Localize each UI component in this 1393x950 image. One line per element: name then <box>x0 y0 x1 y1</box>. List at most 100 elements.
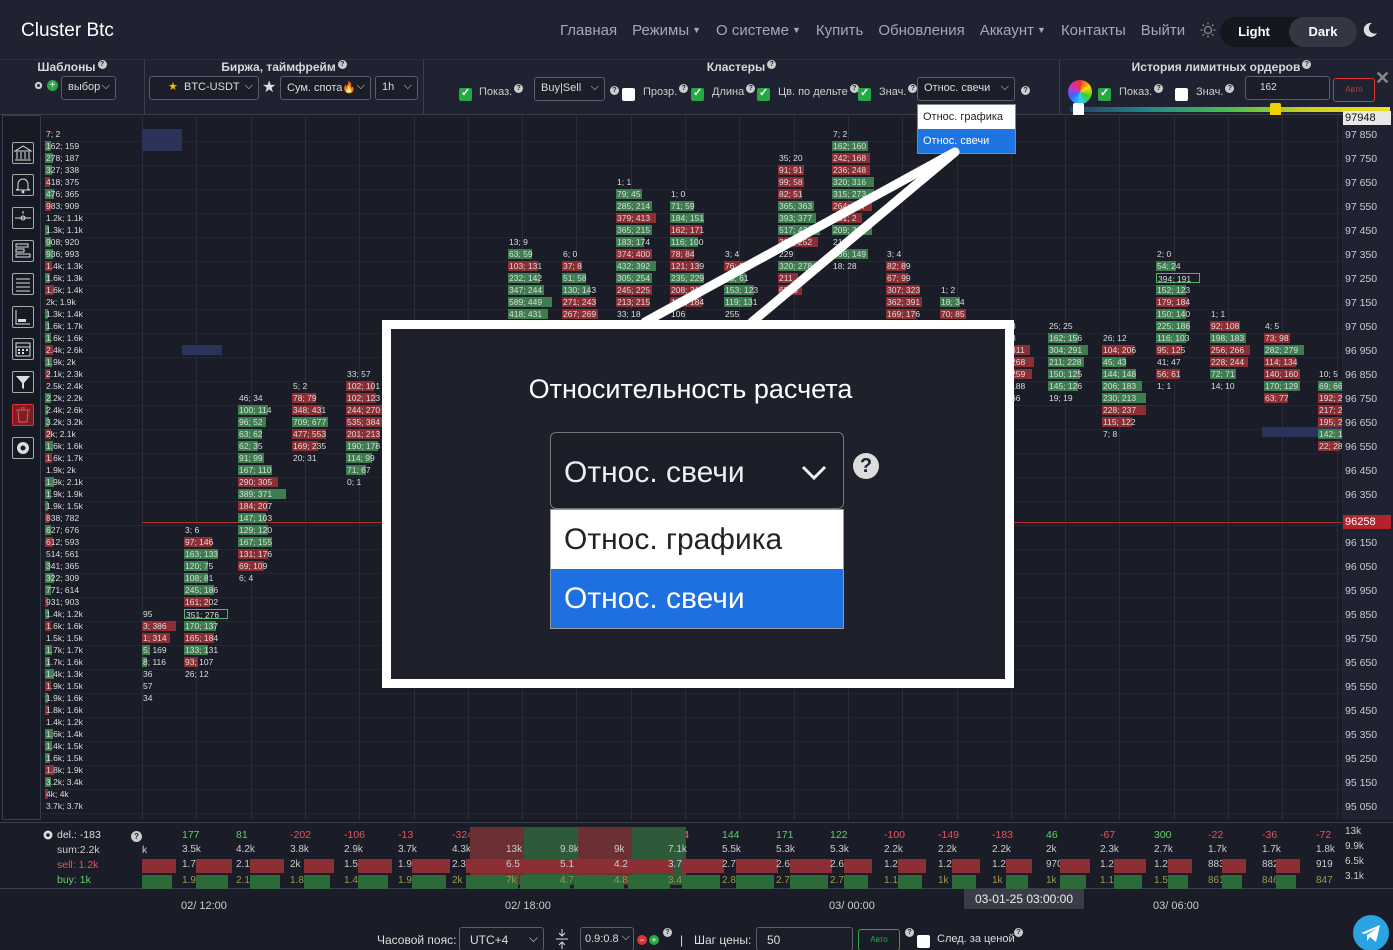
price-label: 95 650 <box>1345 657 1378 669</box>
gear-icon[interactable] <box>42 829 54 841</box>
bank-icon[interactable] <box>12 142 34 164</box>
sun-icon[interactable] <box>1200 22 1216 38</box>
compress-icon[interactable] <box>555 929 569 949</box>
cluster-cell: 45; 43 <box>1102 357 1127 367</box>
help-icon[interactable]: ? <box>1154 84 1164 93</box>
help-icon[interactable]: ? <box>767 60 777 69</box>
relativity-select-zoomed[interactable]: Относ. свечи <box>550 432 844 509</box>
sum-value: 2.9k <box>344 844 363 855</box>
nav-item-3[interactable]: Купить <box>816 22 863 39</box>
cluster-cell: 133; 131 <box>184 645 219 655</box>
price-step-auto-button[interactable]: Авто <box>858 929 900 950</box>
bars-left-icon[interactable] <box>12 240 34 262</box>
filter-icon[interactable] <box>12 371 34 393</box>
cluster-cell: 208; 210 <box>670 285 705 295</box>
sum-value: 4.2k <box>236 844 255 855</box>
limit-auto-button[interactable]: Авто <box>1333 78 1375 102</box>
timezone-select[interactable]: UTC+4 ⌵ <box>459 927 544 950</box>
nav-item-0[interactable]: Главная <box>560 22 617 39</box>
cluster-cell: 79; 45 <box>616 189 642 199</box>
buy-volume-bar <box>1060 875 1086 889</box>
help-icon[interactable]: ? <box>746 84 756 93</box>
nav-item-4[interactable]: Обновления <box>878 22 964 39</box>
nav-item-5[interactable]: Аккаунт ▼ <box>980 22 1046 39</box>
list-lines-icon[interactable] <box>12 273 34 295</box>
price-axis[interactable]: 97948 96258 97 850 97 750 97 650 97 550 97 4… <box>1342 111 1393 820</box>
length-checkbox[interactable] <box>691 86 704 101</box>
help-icon[interactable]: ? <box>610 86 619 95</box>
price-step-input[interactable]: 50 <box>756 927 853 950</box>
help-icon[interactable]: ? <box>1225 84 1235 93</box>
cluster-cell: 302; 252 <box>778 237 818 247</box>
delta-value: -202 <box>290 829 312 841</box>
limit-value-checkbox[interactable] <box>1175 88 1188 101</box>
plus-icon[interactable]: + <box>649 935 659 945</box>
cluster-cell: 2.1k; 2.3k <box>45 369 83 379</box>
bell-icon[interactable] <box>12 174 34 196</box>
nav-item-2[interactable]: О системе ▼ <box>716 22 801 39</box>
sell-volume-bar <box>1276 859 1300 873</box>
favorite-star-icon[interactable]: ★ <box>262 77 276 97</box>
pair-select[interactable]: ★ BTC-USDT ⌵ <box>149 76 259 100</box>
calendar-icon[interactable] <box>12 338 34 360</box>
help-icon[interactable]: ? <box>337 60 347 69</box>
template-select[interactable]: выбор ⌵ <box>61 76 116 100</box>
telegram-icon[interactable] <box>1353 915 1389 950</box>
help-icon[interactable]: ? <box>1014 928 1023 937</box>
help-icon[interactable]: ? <box>905 928 914 937</box>
relativity-select[interactable]: Относ. свечи ⌵ <box>917 77 1015 101</box>
nav-item-1[interactable]: Режимы ▼ <box>632 22 701 39</box>
cluster-cell: 1.8k; 1.9k <box>45 765 83 775</box>
horizontal-line-icon[interactable] <box>12 207 34 229</box>
sell-volume-bar <box>952 859 980 873</box>
theme-light-button[interactable]: Light <box>1220 17 1288 47</box>
help-icon[interactable]: ? <box>679 84 689 93</box>
add-icon[interactable]: + <box>47 80 58 91</box>
help-icon[interactable]: ? <box>1021 86 1030 95</box>
gear-icon[interactable] <box>33 80 44 91</box>
theme-toggle: Light Dark <box>1220 17 1357 47</box>
follow-price-checkbox[interactable] <box>917 935 930 948</box>
cluster-cell: 162; 156 <box>1048 333 1083 343</box>
relativity-option-candle-zoomed[interactable]: Относ. свечи <box>551 569 843 628</box>
brand-title[interactable]: Cluster Btc <box>21 20 114 42</box>
cluster-cell: 211 <box>833 237 847 247</box>
current-price-badge: 96258 <box>1343 515 1391 529</box>
nav-item-7[interactable]: Выйти <box>1141 22 1185 39</box>
limit-show-checkbox[interactable] <box>1098 86 1111 101</box>
templates-section: Шаблоны? + выбор ⌵ <box>0 60 145 115</box>
help-icon[interactable]: ? <box>853 453 879 479</box>
nav-item-6[interactable]: Контакты <box>1061 22 1126 39</box>
transparency-checkbox[interactable] <box>622 88 635 101</box>
timeframe-select[interactable]: 1h ⌵ <box>375 76 418 100</box>
clusters-show-checkbox[interactable] <box>459 86 472 101</box>
moon-icon[interactable] <box>1362 22 1378 38</box>
trash-icon[interactable] <box>12 404 34 426</box>
help-icon[interactable]: ? <box>97 60 107 69</box>
theme-dark-button[interactable]: Dark <box>1289 17 1357 47</box>
settings-gear-icon[interactable] <box>12 437 34 459</box>
help-icon[interactable]: ? <box>514 84 524 93</box>
cluster-type-select[interactable]: Buy|Sell ⌵ <box>534 77 605 101</box>
close-icon[interactable]: ✕ <box>1375 68 1390 89</box>
help-icon[interactable]: ? <box>131 831 142 842</box>
help-icon[interactable]: ? <box>1302 60 1312 69</box>
mode-select[interactable]: Сум. спота🔥 ⌵ <box>280 76 371 100</box>
color-by-delta-checkbox[interactable] <box>757 86 770 101</box>
volume-profile-icon[interactable] <box>12 306 34 328</box>
limit-threshold-input[interactable]: 162 <box>1245 76 1330 100</box>
time-axis[interactable]: 02/ 12:00 02/ 18:00 03/ 00:00 03/ 06:00 … <box>0 889 1393 923</box>
minus-icon[interactable]: − <box>637 935 647 945</box>
limit-range-slider[interactable] <box>1070 107 1390 112</box>
ratio-select[interactable]: 0.9:0.8 ⌵ <box>580 927 634 950</box>
relativity-option-candle[interactable]: Относ. свечи <box>918 129 1015 153</box>
relativity-option-chart[interactable]: Относ. графика <box>918 105 1015 129</box>
color-wheel-icon[interactable] <box>1068 80 1092 104</box>
grid-line <box>42 165 1342 166</box>
grid-line <box>142 115 143 820</box>
help-icon[interactable]: ? <box>663 928 672 937</box>
cluster-cell: 6; 0 <box>563 249 578 259</box>
value-checkbox[interactable] <box>858 86 871 101</box>
cluster-cell: 206; 183 <box>1102 381 1142 391</box>
relativity-option-chart-zoomed[interactable]: Относ. графика <box>551 510 843 569</box>
